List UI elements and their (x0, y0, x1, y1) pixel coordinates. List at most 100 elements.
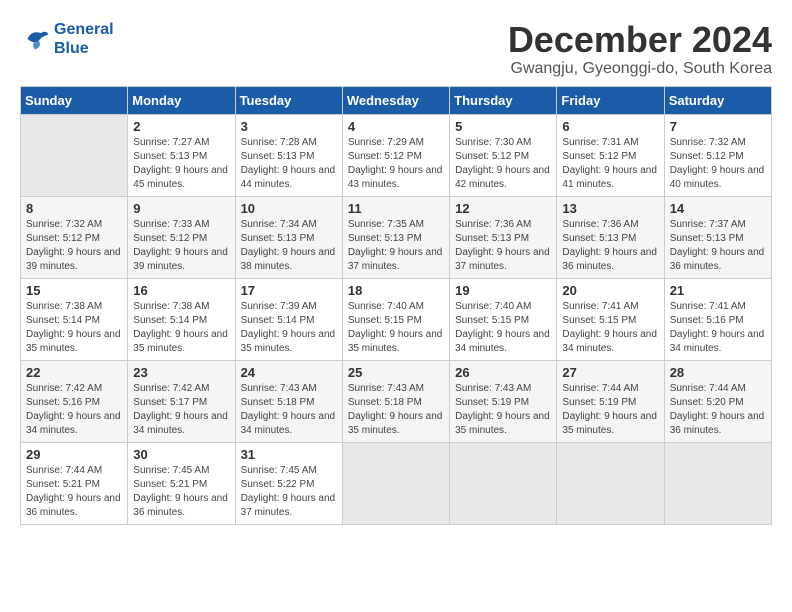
day-info: Sunrise: 7:36 AMSunset: 5:13 PMDaylight:… (562, 218, 658, 274)
day-number: 27 (562, 365, 658, 380)
day-info: Sunrise: 7:27 AMSunset: 5:13 PMDaylight:… (133, 136, 229, 192)
day-number: 19 (455, 283, 551, 298)
day-info: Sunrise: 7:31 AMSunset: 5:12 PMDaylight:… (562, 136, 658, 192)
calendar-cell: 5 Sunrise: 7:30 AMSunset: 5:12 PMDayligh… (450, 114, 557, 196)
logo: General Blue (20, 20, 114, 58)
day-info: Sunrise: 7:37 AMSunset: 5:13 PMDaylight:… (670, 218, 766, 274)
day-info: Sunrise: 7:43 AMSunset: 5:18 PMDaylight:… (348, 382, 444, 438)
day-number: 30 (133, 447, 229, 462)
day-number: 17 (241, 283, 337, 298)
day-info: Sunrise: 7:32 AMSunset: 5:12 PMDaylight:… (670, 136, 766, 192)
day-info: Sunrise: 7:44 AMSunset: 5:19 PMDaylight:… (562, 382, 658, 438)
day-number: 11 (348, 201, 444, 216)
day-number: 8 (26, 201, 122, 216)
day-info: Sunrise: 7:41 AMSunset: 5:16 PMDaylight:… (670, 300, 766, 356)
day-number: 2 (133, 119, 229, 134)
calendar-cell (557, 442, 664, 524)
calendar-cell: 2 Sunrise: 7:27 AMSunset: 5:13 PMDayligh… (128, 114, 235, 196)
calendar-cell: 31 Sunrise: 7:45 AMSunset: 5:22 PMDaylig… (235, 442, 342, 524)
calendar-cell: 12 Sunrise: 7:36 AMSunset: 5:13 PMDaylig… (450, 196, 557, 278)
calendar-cell: 9 Sunrise: 7:33 AMSunset: 5:12 PMDayligh… (128, 196, 235, 278)
day-info: Sunrise: 7:30 AMSunset: 5:12 PMDaylight:… (455, 136, 551, 192)
calendar-row-3: 22 Sunrise: 7:42 AMSunset: 5:16 PMDaylig… (21, 360, 772, 442)
day-number: 5 (455, 119, 551, 134)
calendar-cell: 19 Sunrise: 7:40 AMSunset: 5:15 PMDaylig… (450, 278, 557, 360)
day-number: 13 (562, 201, 658, 216)
day-info: Sunrise: 7:42 AMSunset: 5:17 PMDaylight:… (133, 382, 229, 438)
calendar-cell: 16 Sunrise: 7:38 AMSunset: 5:14 PMDaylig… (128, 278, 235, 360)
col-sunday: Sunday (21, 86, 128, 114)
title-block: December 2024 Gwangju, Gyeonggi-do, Sout… (508, 20, 772, 78)
calendar-row-1: 8 Sunrise: 7:32 AMSunset: 5:12 PMDayligh… (21, 196, 772, 278)
day-info: Sunrise: 7:42 AMSunset: 5:16 PMDaylight:… (26, 382, 122, 438)
calendar-table: Sunday Monday Tuesday Wednesday Thursday… (20, 86, 772, 525)
day-info: Sunrise: 7:33 AMSunset: 5:12 PMDaylight:… (133, 218, 229, 274)
day-number: 15 (26, 283, 122, 298)
calendar-cell: 10 Sunrise: 7:34 AMSunset: 5:13 PMDaylig… (235, 196, 342, 278)
col-monday: Monday (128, 86, 235, 114)
col-wednesday: Wednesday (342, 86, 449, 114)
day-number: 4 (348, 119, 444, 134)
calendar-cell: 28 Sunrise: 7:44 AMSunset: 5:20 PMDaylig… (664, 360, 771, 442)
calendar-cell: 15 Sunrise: 7:38 AMSunset: 5:14 PMDaylig… (21, 278, 128, 360)
calendar-cell: 20 Sunrise: 7:41 AMSunset: 5:15 PMDaylig… (557, 278, 664, 360)
day-number: 20 (562, 283, 658, 298)
day-number: 31 (241, 447, 337, 462)
calendar-cell (450, 442, 557, 524)
calendar-cell: 18 Sunrise: 7:40 AMSunset: 5:15 PMDaylig… (342, 278, 449, 360)
day-number: 9 (133, 201, 229, 216)
day-number: 25 (348, 365, 444, 380)
location-subtitle: Gwangju, Gyeonggi-do, South Korea (508, 60, 772, 78)
calendar-cell: 23 Sunrise: 7:42 AMSunset: 5:17 PMDaylig… (128, 360, 235, 442)
day-info: Sunrise: 7:40 AMSunset: 5:15 PMDaylight:… (455, 300, 551, 356)
day-info: Sunrise: 7:44 AMSunset: 5:21 PMDaylight:… (26, 464, 122, 520)
day-info: Sunrise: 7:39 AMSunset: 5:14 PMDaylight:… (241, 300, 337, 356)
calendar-cell: 8 Sunrise: 7:32 AMSunset: 5:12 PMDayligh… (21, 196, 128, 278)
day-number: 18 (348, 283, 444, 298)
day-info: Sunrise: 7:38 AMSunset: 5:14 PMDaylight:… (26, 300, 122, 356)
day-info: Sunrise: 7:41 AMSunset: 5:15 PMDaylight:… (562, 300, 658, 356)
calendar-cell: 14 Sunrise: 7:37 AMSunset: 5:13 PMDaylig… (664, 196, 771, 278)
calendar-row-4: 29 Sunrise: 7:44 AMSunset: 5:21 PMDaylig… (21, 442, 772, 524)
calendar-cell: 3 Sunrise: 7:28 AMSunset: 5:13 PMDayligh… (235, 114, 342, 196)
calendar-cell: 7 Sunrise: 7:32 AMSunset: 5:12 PMDayligh… (664, 114, 771, 196)
page-header: General Blue December 2024 Gwangju, Gyeo… (20, 20, 772, 78)
calendar-cell (21, 114, 128, 196)
calendar-cell: 26 Sunrise: 7:43 AMSunset: 5:19 PMDaylig… (450, 360, 557, 442)
day-number: 23 (133, 365, 229, 380)
day-info: Sunrise: 7:35 AMSunset: 5:13 PMDaylight:… (348, 218, 444, 274)
calendar-cell: 21 Sunrise: 7:41 AMSunset: 5:16 PMDaylig… (664, 278, 771, 360)
calendar-cell: 22 Sunrise: 7:42 AMSunset: 5:16 PMDaylig… (21, 360, 128, 442)
day-number: 21 (670, 283, 766, 298)
day-number: 22 (26, 365, 122, 380)
col-tuesday: Tuesday (235, 86, 342, 114)
month-title: December 2024 (508, 20, 772, 60)
calendar-row-2: 15 Sunrise: 7:38 AMSunset: 5:14 PMDaylig… (21, 278, 772, 360)
calendar-cell (342, 442, 449, 524)
day-number: 6 (562, 119, 658, 134)
col-saturday: Saturday (664, 86, 771, 114)
calendar-row-0: 2 Sunrise: 7:27 AMSunset: 5:13 PMDayligh… (21, 114, 772, 196)
day-info: Sunrise: 7:44 AMSunset: 5:20 PMDaylight:… (670, 382, 766, 438)
logo-text: General Blue (54, 20, 114, 58)
calendar-cell: 17 Sunrise: 7:39 AMSunset: 5:14 PMDaylig… (235, 278, 342, 360)
day-number: 3 (241, 119, 337, 134)
day-info: Sunrise: 7:29 AMSunset: 5:12 PMDaylight:… (348, 136, 444, 192)
day-info: Sunrise: 7:40 AMSunset: 5:15 PMDaylight:… (348, 300, 444, 356)
calendar-cell: 30 Sunrise: 7:45 AMSunset: 5:21 PMDaylig… (128, 442, 235, 524)
day-number: 7 (670, 119, 766, 134)
day-number: 12 (455, 201, 551, 216)
calendar-cell: 13 Sunrise: 7:36 AMSunset: 5:13 PMDaylig… (557, 196, 664, 278)
day-info: Sunrise: 7:45 AMSunset: 5:21 PMDaylight:… (133, 464, 229, 520)
calendar-cell: 4 Sunrise: 7:29 AMSunset: 5:12 PMDayligh… (342, 114, 449, 196)
calendar-cell: 27 Sunrise: 7:44 AMSunset: 5:19 PMDaylig… (557, 360, 664, 442)
calendar-cell: 29 Sunrise: 7:44 AMSunset: 5:21 PMDaylig… (21, 442, 128, 524)
day-info: Sunrise: 7:43 AMSunset: 5:18 PMDaylight:… (241, 382, 337, 438)
day-number: 16 (133, 283, 229, 298)
day-number: 26 (455, 365, 551, 380)
day-number: 14 (670, 201, 766, 216)
day-info: Sunrise: 7:38 AMSunset: 5:14 PMDaylight:… (133, 300, 229, 356)
day-info: Sunrise: 7:36 AMSunset: 5:13 PMDaylight:… (455, 218, 551, 274)
calendar-cell: 11 Sunrise: 7:35 AMSunset: 5:13 PMDaylig… (342, 196, 449, 278)
col-thursday: Thursday (450, 86, 557, 114)
